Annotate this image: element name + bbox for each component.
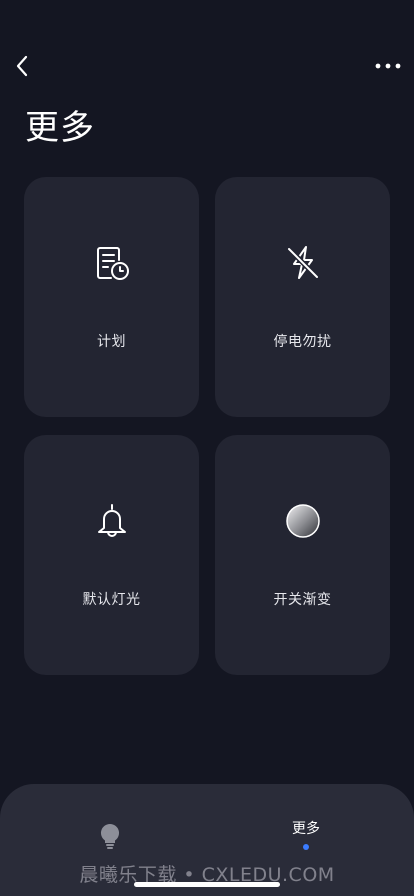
chevron-left-icon <box>16 55 28 77</box>
default-light-label: 默认灯光 <box>82 592 141 608</box>
top-bar <box>0 44 414 88</box>
active-indicator-dot <box>303 844 309 850</box>
ellipsis-icon <box>375 63 401 69</box>
bulb-icon <box>100 823 120 849</box>
schedule-card[interactable]: 计划 <box>24 177 199 417</box>
power-off-dnd-label: 停电勿扰 <box>273 334 332 350</box>
switch-gradient-label: 开关渐变 <box>273 592 332 608</box>
gradient-circle-icon <box>283 501 323 541</box>
nav-item-more[interactable]: 更多 <box>280 818 332 850</box>
nav-item-light[interactable] <box>88 814 132 858</box>
schedule-label: 计划 <box>97 334 126 350</box>
schedule-icon <box>92 243 132 283</box>
more-options-button[interactable] <box>374 54 402 78</box>
default-light-card[interactable]: 默认灯光 <box>24 435 199 675</box>
home-indicator <box>134 882 280 887</box>
page-title: 更多 <box>25 108 95 148</box>
switch-gradient-card[interactable]: 开关渐变 <box>215 435 390 675</box>
power-off-icon <box>283 243 323 283</box>
back-button[interactable] <box>10 52 34 80</box>
feature-grid: 计划 停电勿扰 默认灯光 开关渐变 <box>24 177 390 675</box>
power-off-dnd-card[interactable]: 停电勿扰 <box>215 177 390 417</box>
nav-more-label: 更多 <box>292 821 320 837</box>
bell-icon <box>92 501 132 541</box>
